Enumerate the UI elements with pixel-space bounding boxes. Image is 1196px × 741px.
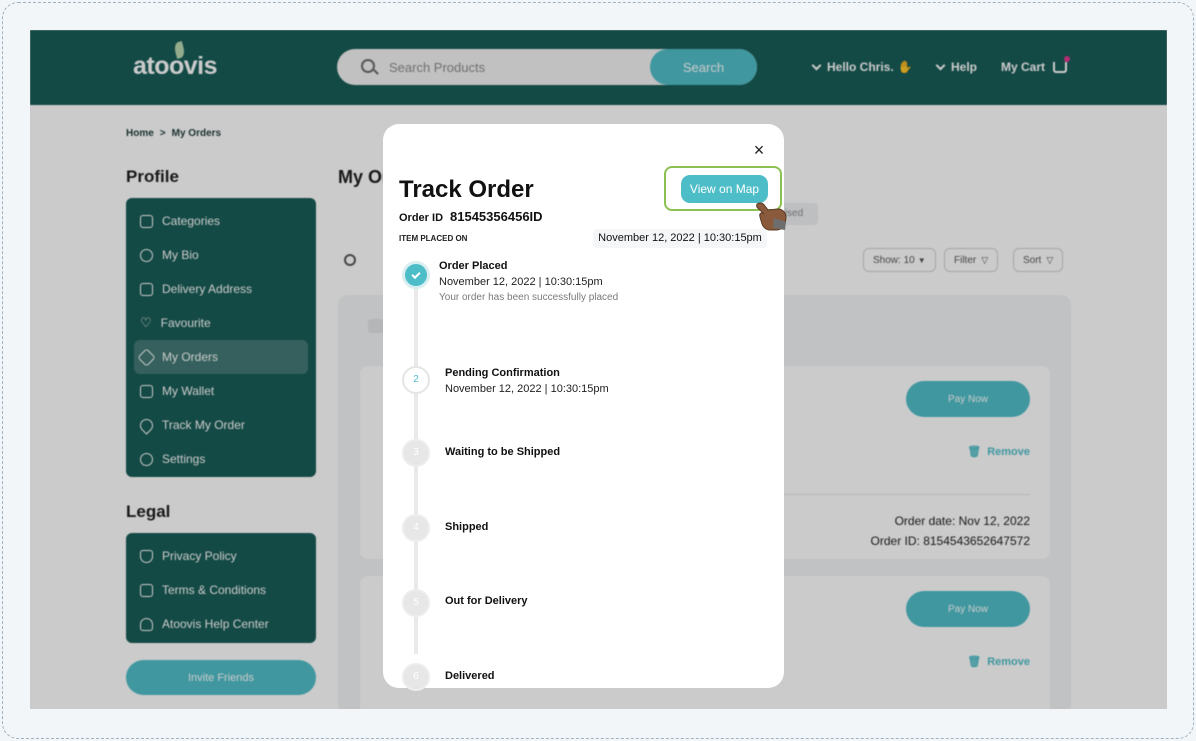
step-title: Waiting to be Shipped <box>445 446 561 458</box>
order-id-value: 81545356456ID <box>450 209 543 224</box>
step-4-circle: 4 <box>402 514 430 542</box>
app-window: atoovis Search Hello Chris. ✋ Help My Ca… <box>30 30 1167 709</box>
placed-label: ITEM PLACED ON <box>399 234 468 243</box>
step-description: Your order has been successfully placed <box>439 292 619 303</box>
step-title: Pending Confirmation <box>445 367 560 379</box>
step-2-circle: 2 <box>402 366 430 394</box>
checkmark-icon <box>411 269 421 280</box>
step-date: November 12, 2022 | 10:30:15pm <box>439 276 603 288</box>
step-title: Delivered <box>445 670 495 682</box>
step-title: Shipped <box>445 521 489 533</box>
step-3-circle: 3 <box>402 439 430 467</box>
track-order-modal: × Track Order Order ID 81545356456ID ITE… <box>383 124 787 691</box>
step-6-circle: 6 <box>402 663 430 691</box>
modal-title: Track Order <box>399 176 534 203</box>
step-date: November 12, 2022 | 10:30:15pm <box>445 383 609 395</box>
hand-pointer-icon <box>756 202 787 231</box>
close-button[interactable]: × <box>749 140 769 160</box>
order-id-row: Order ID 81545356456ID <box>399 209 543 224</box>
step-5-circle: 5 <box>402 589 430 617</box>
order-id-label: Order ID <box>399 212 444 224</box>
placed-date: November 12, 2022 | 10:30:15pm <box>593 229 767 248</box>
step-1-check-circle <box>402 261 430 289</box>
view-on-map-button[interactable]: View on Map <box>681 175 768 203</box>
step-title: Order Placed <box>439 260 508 272</box>
step-title: Out for Delivery <box>445 595 528 607</box>
